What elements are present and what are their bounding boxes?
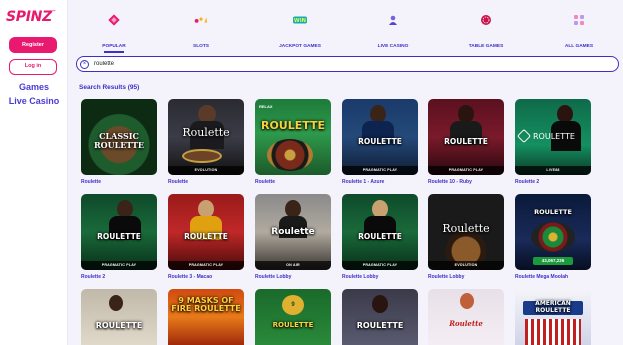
game-tile[interactable]: Roulette EVOLUTION	[168, 99, 244, 175]
login-button[interactable]: Log in	[9, 59, 57, 75]
category-bar: POPULAR SLOTS WIN JACKPOT GAMES LIVE CAS…	[68, 0, 623, 54]
game-tile[interactable]: 9 ROULETTE	[255, 289, 331, 345]
tab-slots[interactable]: SLOTS	[161, 0, 241, 54]
fruits-icon	[194, 13, 208, 27]
game-tile[interactable]: ROULETTE	[342, 289, 418, 345]
game-tile[interactable]: Roulette EVOLUTION	[428, 194, 504, 270]
game-name[interactable]: Roulette	[168, 179, 188, 185]
svg-text:WIN: WIN	[294, 18, 306, 24]
sidebar-link-games[interactable]: Games	[0, 82, 68, 92]
search-results-title: Search Results (95)	[79, 84, 140, 91]
jackpot-amount: 43,067,226	[533, 257, 573, 265]
sidebar-link-live-casino[interactable]: Live Casino	[0, 96, 68, 106]
game-tile[interactable]: 9 MASKS OF FIRE ROULETTE	[168, 289, 244, 345]
jackpot-icon: WIN	[293, 13, 307, 27]
chip-icon	[479, 13, 493, 27]
tab-jackpot-games[interactable]: WIN JACKPOT GAMES	[260, 0, 340, 54]
tab-all-games[interactable]: ALL GAMES	[539, 0, 619, 54]
game-tile[interactable]: ROULETTE	[81, 289, 157, 345]
game-tile[interactable]: ROULETTE PRAGMATIC PLAY	[428, 99, 504, 175]
game-tile[interactable]: ROULETTE LIVE88	[515, 99, 591, 175]
tab-table-games[interactable]: TABLE GAMES	[446, 0, 526, 54]
clear-search-icon[interactable]: ×	[80, 59, 89, 69]
game-tile[interactable]: ROULETTE 43,067,226	[515, 194, 591, 270]
game-name[interactable]: Roulette 2	[81, 274, 105, 280]
game-tile[interactable]: ROULETTE PRAGMATIC PLAY	[342, 194, 418, 270]
tab-popular[interactable]: POPULAR	[74, 0, 154, 54]
search-bar: ×	[76, 56, 619, 72]
game-tile[interactable]: Roulette	[428, 289, 504, 345]
game-name[interactable]: Roulette 1 - Azure	[342, 179, 384, 185]
register-button[interactable]: Register	[9, 37, 57, 53]
game-tile[interactable]: ROULETTE PRAGMATIC PLAY	[81, 194, 157, 270]
game-tile[interactable]: CLASSIC ROULETTE	[81, 99, 157, 175]
game-name[interactable]: Roulette	[81, 179, 101, 185]
game-name[interactable]: Roulette Lobby	[428, 274, 464, 280]
game-name[interactable]: Roulette Lobby	[255, 274, 291, 280]
diamond-icon	[107, 13, 121, 27]
spinz-logo[interactable]: SPINZ™	[6, 9, 56, 25]
game-tile[interactable]: ROULETTE PRAGMATIC PLAY	[342, 99, 418, 175]
search-input[interactable]	[94, 58, 594, 70]
game-name[interactable]: Roulette Mega Moolah	[515, 274, 568, 280]
game-tile[interactable]: RELAX ROULETTE	[255, 99, 331, 175]
grid-icon	[572, 13, 586, 27]
game-name[interactable]: Roulette 3 - Macao	[168, 274, 212, 280]
pots-badge: 9	[282, 295, 304, 315]
game-tile[interactable]: Roulette ON AIR	[255, 194, 331, 270]
tab-live-casino[interactable]: LIVE CASINO	[353, 0, 433, 54]
game-name[interactable]: Roulette	[255, 179, 275, 185]
game-tile[interactable]: ROULETTE PRAGMATIC PLAY	[168, 194, 244, 270]
game-name[interactable]: Roulette 2	[515, 179, 539, 185]
game-name[interactable]: Roulette 10 - Ruby	[428, 179, 472, 185]
live-dealer-icon	[386, 13, 400, 27]
game-tile[interactable]: AMERICAN ROULETTE	[515, 289, 591, 345]
game-name[interactable]: Roulette Lobby	[342, 274, 378, 280]
sidebar: SPINZ™ Register Log in Games Live Casino	[0, 0, 68, 345]
